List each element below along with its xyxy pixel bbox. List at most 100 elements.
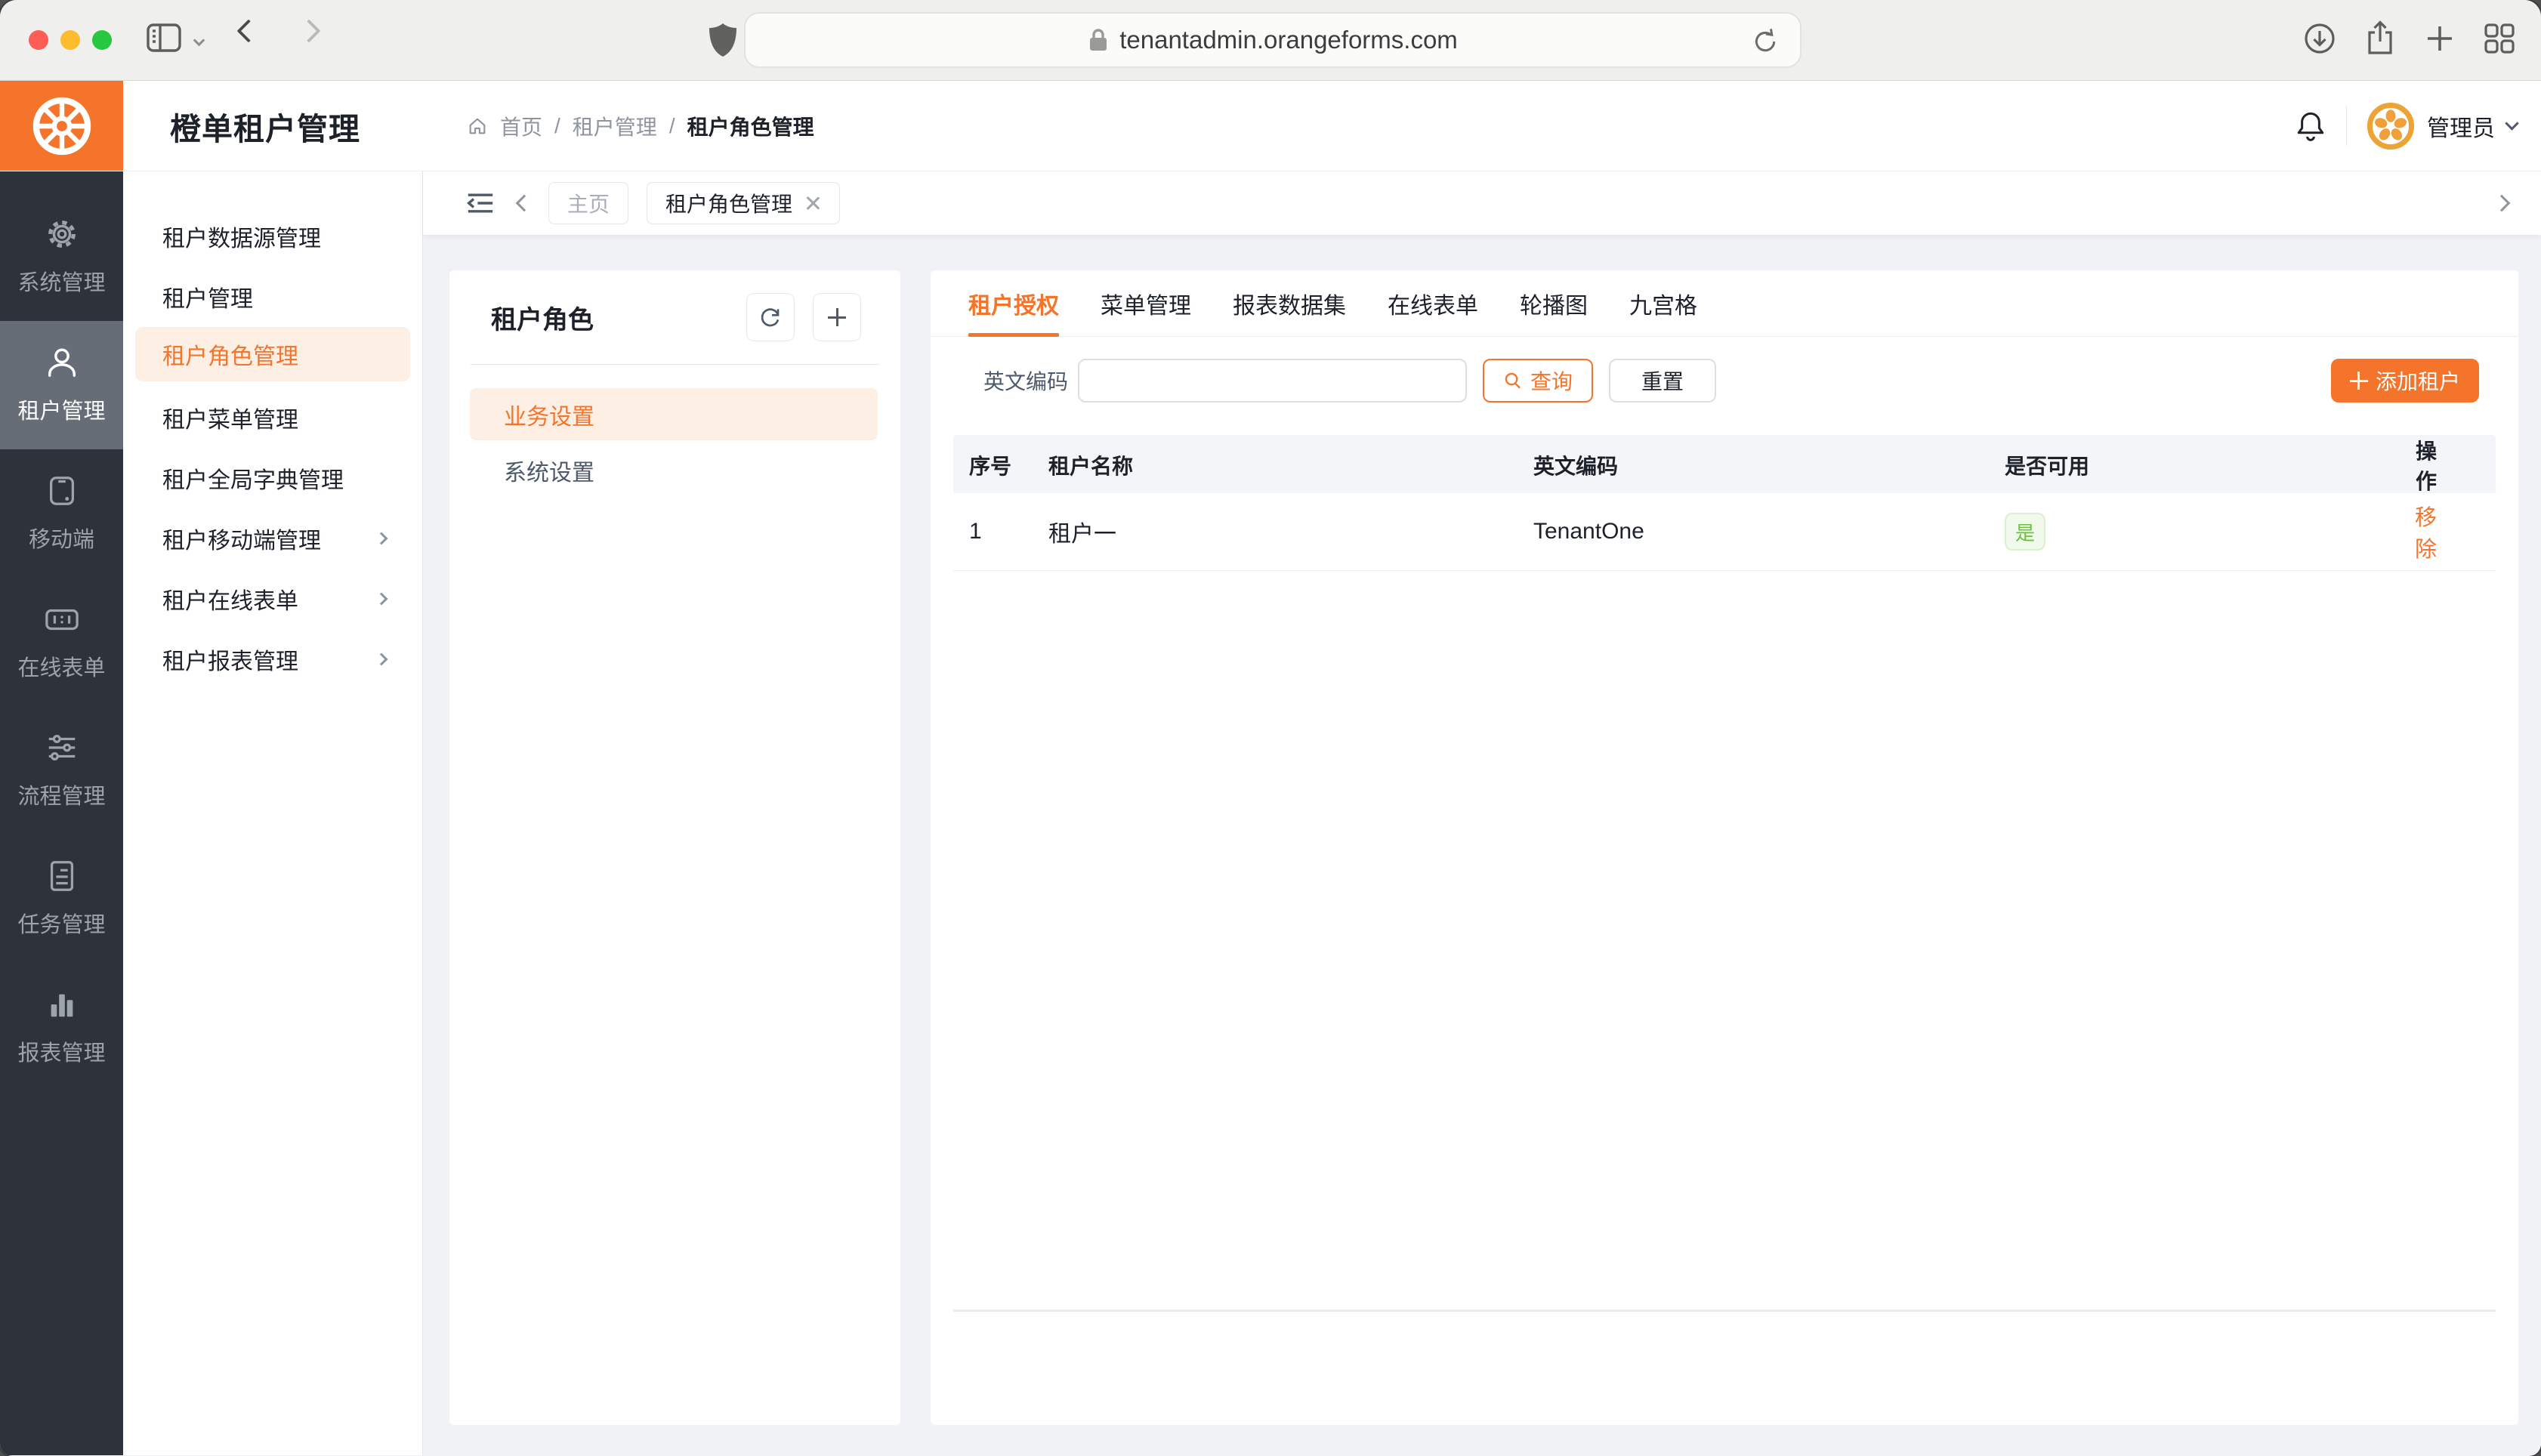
- breadcrumb-separator: /: [554, 114, 560, 138]
- address-bar[interactable]: tenantadmin.orangeforms.com: [744, 12, 1802, 68]
- menu-fold-icon[interactable]: [465, 190, 496, 217]
- url-text: tenantadmin.orangeforms.com: [1119, 26, 1458, 54]
- sidebar-item-online-form[interactable]: 在线表单: [0, 578, 123, 706]
- query-button[interactable]: 查询: [1483, 359, 1593, 403]
- col-enabled: 是否可用: [1989, 450, 2382, 480]
- zoom-window-button[interactable]: [92, 30, 112, 50]
- minimize-window-button[interactable]: [60, 30, 80, 50]
- forward-button[interactable]: [301, 23, 317, 39]
- table-header: 序号 租户名称 英文编码 是否可用 操作: [953, 435, 2496, 493]
- menu-item-tenant-mobile[interactable]: 租户移动端管理: [123, 508, 422, 569]
- sidebar-item-system[interactable]: 系统管理: [0, 193, 123, 321]
- cell-code: TenantOne: [1517, 519, 1989, 544]
- page-title: 橙单租户管理: [170, 81, 360, 171]
- app-logo[interactable]: [0, 81, 123, 171]
- role-item-system[interactable]: 系统设置: [470, 444, 878, 497]
- menu-item-tenant-dict[interactable]: 租户全局字典管理: [123, 448, 422, 508]
- breadcrumb-home[interactable]: 首页: [500, 111, 542, 141]
- reload-icon[interactable]: [1750, 26, 1780, 57]
- sidebar-item-tenant[interactable]: 租户管理: [0, 321, 123, 449]
- page-tabbar: 主页 租户角色管理: [423, 171, 2541, 235]
- chevron-right-icon: [375, 532, 388, 545]
- menu-item-tenant-online-form[interactable]: 租户在线表单: [123, 569, 422, 629]
- toolbar-right-icons: [2302, 20, 2517, 57]
- back-button[interactable]: [240, 23, 257, 39]
- menu-item-tenant-menu[interactable]: 租户菜单管理: [123, 387, 422, 448]
- share-icon[interactable]: [2363, 20, 2397, 57]
- primary-sidebar: 系统管理 租户管理 移动端: [0, 171, 123, 1455]
- table-row: 1 租户一 TenantOne 是 移除: [953, 493, 2496, 571]
- sidebar-item-mobile[interactable]: 移动端: [0, 449, 123, 578]
- refresh-button[interactable]: [746, 293, 795, 341]
- tab-overview-icon[interactable]: [2482, 20, 2517, 57]
- breadcrumb-section[interactable]: 租户管理: [573, 111, 657, 141]
- cell-name: 租户一: [1033, 515, 1517, 548]
- menu-item-tenant-report[interactable]: 租户报表管理: [123, 629, 422, 689]
- filter-row: 英文编码 查询 重置 添加租户: [931, 359, 2518, 403]
- chevron-down-icon: [2505, 116, 2518, 130]
- chevron-right-icon: [375, 653, 388, 666]
- user-name: 管理员: [2427, 110, 2495, 143]
- english-code-input[interactable]: [1078, 359, 1467, 403]
- tab-scroll-left-icon[interactable]: [516, 194, 533, 211]
- divider: [471, 364, 879, 365]
- col-code: 英文编码: [1517, 450, 1989, 480]
- breadcrumb: 首页 / 租户管理 / 租户角色管理: [467, 81, 814, 171]
- add-tenant-button[interactable]: 添加租户: [2331, 359, 2479, 403]
- tab-scroll-right-icon[interactable]: [2493, 194, 2511, 211]
- tab-carousel[interactable]: 轮播图: [1520, 270, 1588, 337]
- role-panel-title: 租户角色: [491, 299, 746, 336]
- user-menu[interactable]: 管理员: [2367, 102, 2517, 150]
- app-header: 橙单租户管理 首页 / 租户管理 / 租户角色管理: [0, 81, 2541, 171]
- home-icon: [467, 116, 488, 137]
- tab-online-form[interactable]: 在线表单: [1388, 270, 1478, 337]
- close-window-button[interactable]: [29, 30, 48, 50]
- cell-enabled: 是: [1989, 513, 2382, 551]
- menu-item-tenant-role[interactable]: 租户角色管理: [135, 327, 410, 381]
- main-area: 主页 租户角色管理 租户角色: [423, 171, 2541, 1455]
- header-right: 管理员: [2295, 81, 2517, 171]
- browser-window: tenantadmin.orangeforms.com: [0, 0, 2541, 1456]
- avatar: [2367, 102, 2415, 150]
- header-divider: [2346, 106, 2347, 146]
- role-item-business[interactable]: 业务设置: [470, 388, 878, 440]
- breadcrumb-separator: /: [669, 114, 675, 138]
- col-name: 租户名称: [1033, 450, 1517, 480]
- remove-link[interactable]: 移除: [2415, 506, 2437, 562]
- new-tab-icon[interactable]: [2423, 20, 2456, 57]
- tab-grid-nine[interactable]: 九宫格: [1629, 270, 1697, 337]
- notification-bell-icon[interactable]: [2295, 110, 2326, 143]
- traffic-lights: [29, 30, 112, 50]
- orange-wheel-icon: [27, 91, 97, 161]
- downloads-icon[interactable]: [2302, 20, 2337, 57]
- close-tab-icon[interactable]: [804, 195, 821, 211]
- reset-button[interactable]: 重置: [1609, 359, 1716, 403]
- menu-item-tenant-datasource[interactable]: 租户数据源管理: [123, 206, 422, 267]
- col-index: 序号: [953, 450, 1033, 480]
- user-icon: [45, 345, 79, 380]
- sidebar-item-report[interactable]: 报表管理: [0, 963, 123, 1091]
- col-actions: 操作: [2382, 435, 2496, 495]
- menu-item-tenant-admin[interactable]: 租户管理: [123, 267, 422, 327]
- sidebar-toggle-icon[interactable]: [145, 21, 183, 54]
- privacy-shield-icon[interactable]: [706, 21, 739, 59]
- refresh-icon: [758, 305, 783, 329]
- cell-index: 1: [953, 519, 1033, 544]
- search-icon: [1503, 371, 1523, 390]
- tab-menu-mgmt[interactable]: 菜单管理: [1101, 270, 1191, 337]
- sliders-icon: [45, 730, 79, 765]
- secondary-menu: 租户数据源管理 租户管理 租户角色管理 租户菜单管理 租户全局字典管理 租户移动…: [123, 171, 423, 1455]
- gear-icon: [45, 217, 79, 251]
- tab-tenant-auth[interactable]: 租户授权: [968, 270, 1059, 337]
- tab-home[interactable]: 主页: [548, 182, 628, 224]
- cell-actions: 移除: [2382, 500, 2496, 563]
- bar-chart-icon: [45, 987, 79, 1022]
- add-role-button[interactable]: [813, 293, 861, 341]
- mobile-icon: [45, 474, 79, 508]
- tab-tenant-role[interactable]: 租户角色管理: [647, 182, 840, 224]
- sidebar-menu-chevron-icon[interactable]: [193, 35, 205, 47]
- sidebar-item-workflow[interactable]: 流程管理: [0, 706, 123, 834]
- sidebar-item-task[interactable]: 任务管理: [0, 834, 123, 963]
- status-badge: 是: [2005, 513, 2045, 551]
- tab-report-dataset[interactable]: 报表数据集: [1233, 270, 1346, 337]
